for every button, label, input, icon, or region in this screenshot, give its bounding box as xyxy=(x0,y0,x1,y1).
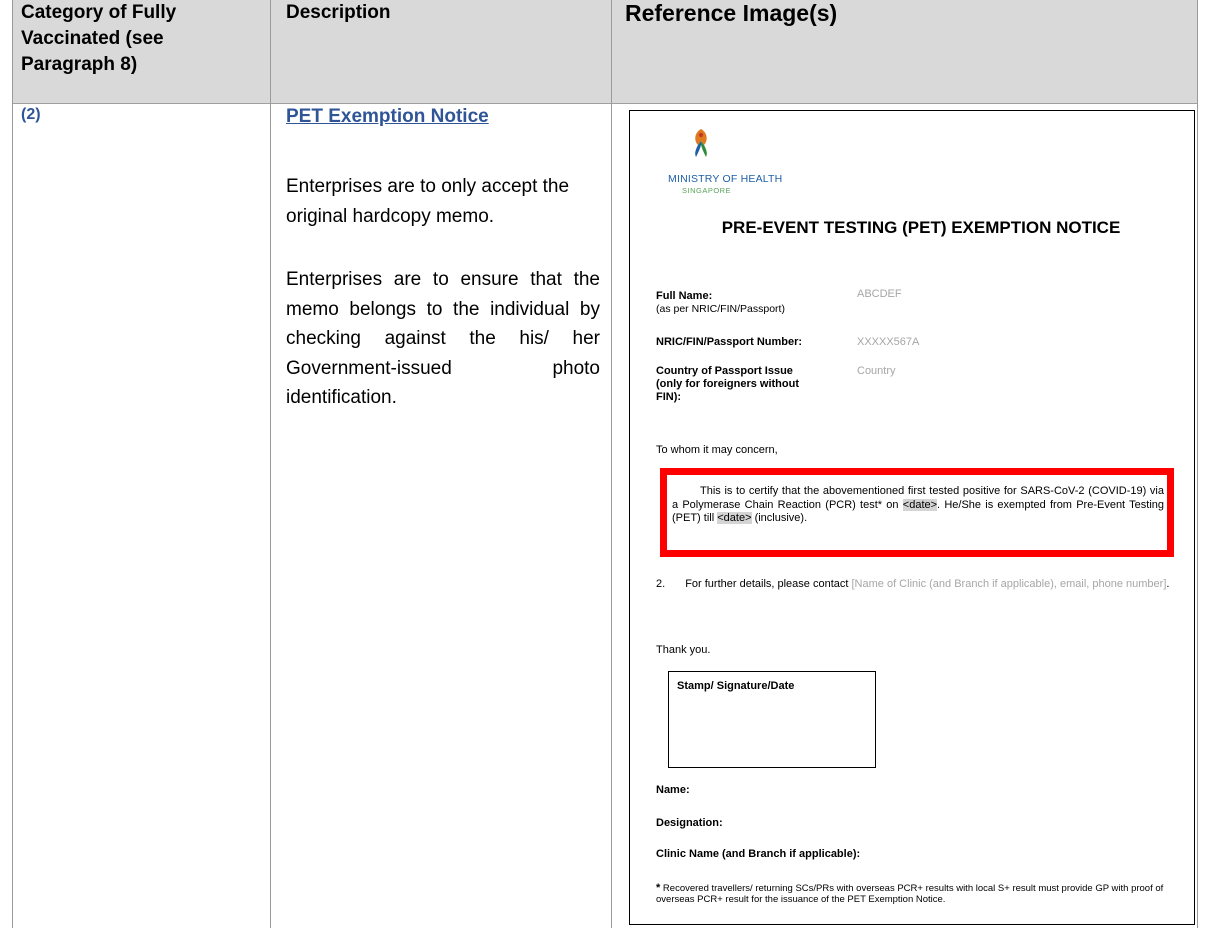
description-paragraph-2: Enterprises are to ensure that the memo … xyxy=(286,269,600,408)
contact-text: For further details, please contact xyxy=(685,578,849,590)
description-title-link[interactable]: PET Exemption Notice xyxy=(286,106,489,128)
stamp-signature-box: Stamp/ Signature/Date xyxy=(668,671,876,768)
certification-text-c: (inclusive). xyxy=(754,512,808,524)
table-border-right xyxy=(1197,0,1198,928)
header-reference-images: Reference Image(s) xyxy=(625,0,838,26)
header-category-line: Vaccinated (see xyxy=(21,28,164,49)
designation-label: Designation: xyxy=(656,817,723,829)
paragraph-number: 2. xyxy=(656,578,666,590)
header-row-divider xyxy=(12,103,1198,104)
name-label: Name: xyxy=(656,784,690,796)
country-label-line: Country of Passport Issue xyxy=(656,365,793,377)
certification-paragraph: This is to certify that the abovemention… xyxy=(672,485,1164,526)
header-category-line: Paragraph 8) xyxy=(21,54,138,75)
moh-logo-icon xyxy=(695,129,707,157)
header-row-background xyxy=(12,0,1198,103)
id-number-label: NRIC/FIN/Passport Number: xyxy=(656,336,803,348)
country-label-line: (only for foreigners without xyxy=(656,378,799,390)
country-value: Country xyxy=(857,365,896,377)
full-name-value: ABCDEF xyxy=(857,288,902,300)
header-category-line: Category of Fully xyxy=(21,2,177,23)
table-border-left xyxy=(12,0,13,928)
ministry-name: MINISTRY OF HEALTH xyxy=(668,173,783,185)
ministry-country: SINGAPORE xyxy=(682,186,732,195)
contact-paragraph: 2. For further details, please contact [N… xyxy=(656,578,1176,592)
header-category: Category of Fully Vaccinated (see Paragr… xyxy=(21,0,176,78)
full-name-label: Full Name: xyxy=(656,290,713,302)
stamp-label: Stamp/ Signature/Date xyxy=(677,680,795,692)
category-number: (2) xyxy=(21,106,41,123)
footnote: * Recovered travellers/ returning SCs/PR… xyxy=(656,882,1176,906)
clinic-name-label: Clinic Name (and Branch if applicable): xyxy=(656,848,861,860)
table-column-divider-1 xyxy=(270,0,271,928)
id-number-value: XXXXX567A xyxy=(857,336,920,348)
contact-placeholder: [Name of Clinic (and Branch if applicabl… xyxy=(851,578,1167,590)
date-placeholder: <date> xyxy=(717,512,752,524)
date-placeholder: <date> xyxy=(902,498,938,511)
country-label: Country of Passport Issue (only for fore… xyxy=(656,365,799,404)
table-column-divider-2 xyxy=(611,0,612,928)
contact-end: . xyxy=(1166,578,1170,590)
full-name-sublabel: (as per NRIC/FIN/Passport) xyxy=(656,303,785,315)
description-paragraph-1: Enterprises are to only accept the origi… xyxy=(286,176,570,227)
closing: Thank you. xyxy=(656,644,711,656)
footnote-star: * xyxy=(656,882,661,894)
memo-title: PRE-EVENT TESTING (PET) EXEMPTION NOTICE xyxy=(721,218,1121,237)
salutation: To whom it may concern, xyxy=(656,444,778,456)
pet-exemption-notice-image: MINISTRY OF HEALTH SINGAPORE PRE-EVENT T… xyxy=(629,110,1195,925)
footnote-text: Recovered travellers/ returning SCs/PRs … xyxy=(656,883,1164,905)
header-description: Description xyxy=(286,2,391,23)
country-label-line: FIN): xyxy=(656,391,682,403)
